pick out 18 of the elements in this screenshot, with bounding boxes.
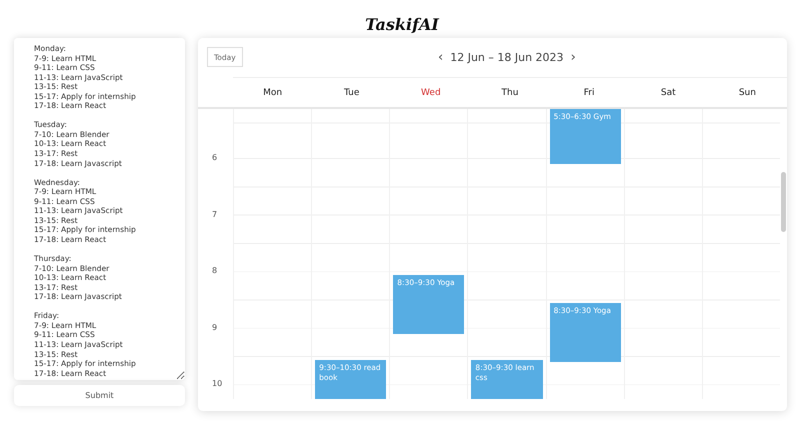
submit-button[interactable]: Submit [14,385,185,406]
day-header: Tue [344,88,360,98]
previous-week-button[interactable]: ‹ [438,50,444,65]
day-header: Mon [263,88,282,98]
day-header: Wed [421,88,441,98]
hour-label: 8 [212,265,218,277]
app-title: TaskifAI [365,14,439,36]
day-header: Thu [502,88,518,98]
day-header: Sun [738,88,756,98]
hour-label: 9 [212,322,218,334]
next-week-button[interactable]: › [570,50,576,65]
date-range: 12 Jun – 18 Jun 2023 [450,51,564,64]
scrollbar-thumb[interactable] [781,172,786,232]
hour-label: 6 [212,152,218,164]
hour-label: 7 [212,208,218,220]
day-header: Sat [660,88,676,98]
day-header: Fri [584,88,594,98]
hour-label: 10 [212,378,222,390]
